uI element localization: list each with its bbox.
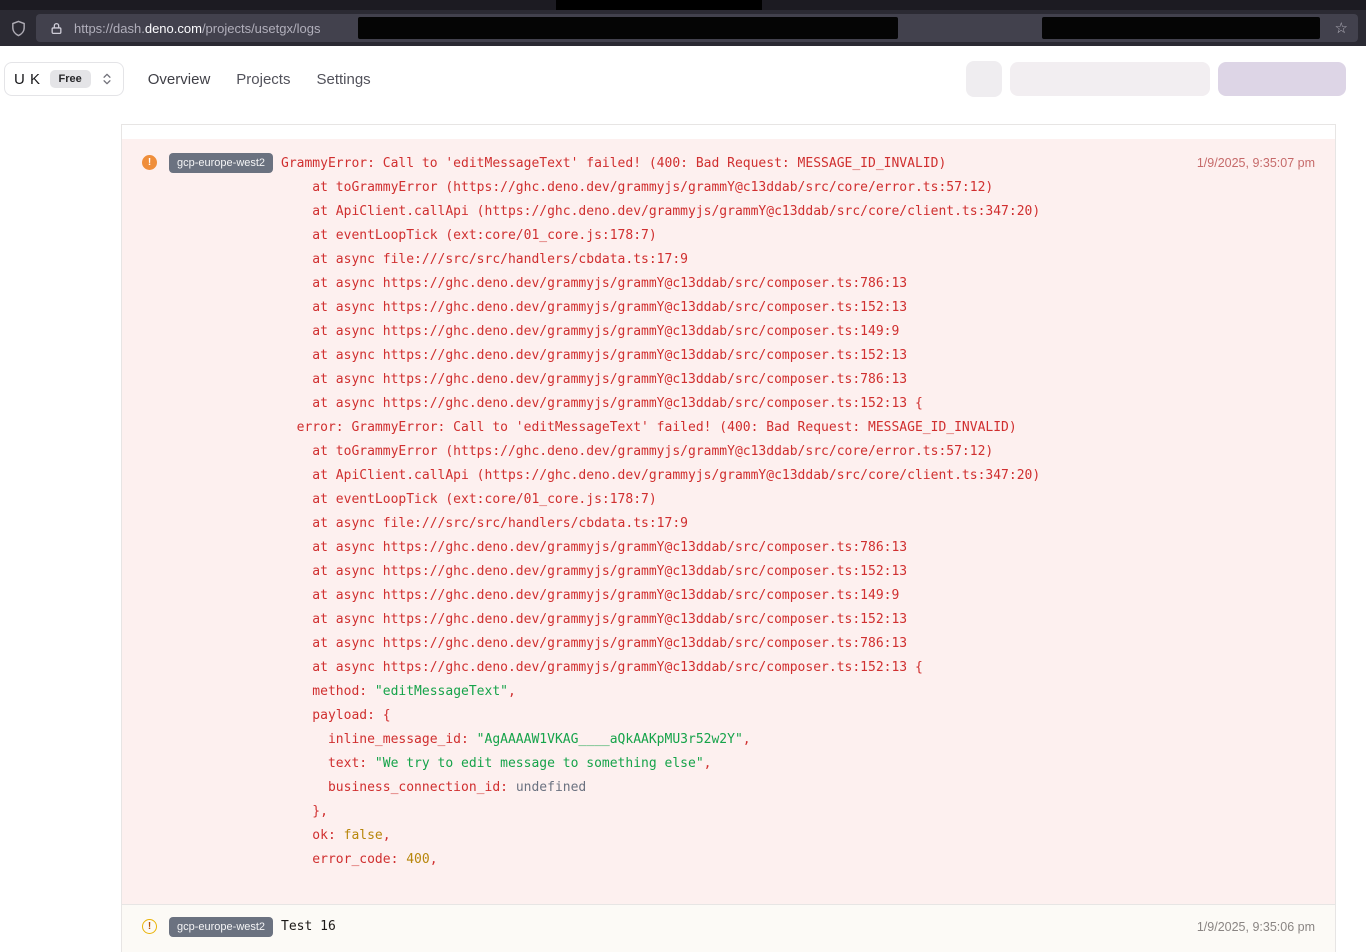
url-text: https://dash.deno.com/projects/usetgx/lo… xyxy=(74,21,320,36)
log-panel: ! gcp-europe-west2 GrammyError: Call to … xyxy=(121,124,1336,952)
log-message-warning: Test 16 xyxy=(281,917,1315,937)
nav-item-projects[interactable]: Projects xyxy=(236,71,290,88)
redacted-url-region xyxy=(358,17,898,39)
redacted-toolbar-region xyxy=(1042,17,1320,39)
warning-level-icon: ! xyxy=(142,919,157,934)
browser-toolbar: https://dash.deno.com/projects/usetgx/lo… xyxy=(0,10,1366,46)
error-level-icon: ! xyxy=(142,155,157,170)
plan-badge: Free xyxy=(50,70,91,88)
nav-item-settings[interactable]: Settings xyxy=(316,71,370,88)
url-scheme: https:// xyxy=(74,21,113,36)
redacted-avatar xyxy=(966,61,1002,97)
log-timestamp: 1/9/2025, 9:35:07 pm xyxy=(1197,156,1315,170)
bookmark-star-icon[interactable]: ☆ xyxy=(1335,21,1348,36)
nav-item-overview[interactable]: Overview xyxy=(148,71,211,88)
redacted-header-block-2 xyxy=(1218,62,1346,96)
browser-chrome: https://dash.deno.com/projects/usetgx/lo… xyxy=(0,0,1366,46)
chevrons-up-down-icon xyxy=(100,72,114,86)
lock-icon[interactable] xyxy=(46,18,66,38)
url-subdomain: dash. xyxy=(113,21,145,36)
org-name: U K xyxy=(14,71,41,88)
log-panel-top-gap xyxy=(122,125,1335,139)
url-domain: deno.com xyxy=(145,21,202,36)
redacted-header-block xyxy=(1010,62,1210,96)
tracking-protection-shield-icon[interactable] xyxy=(8,18,28,38)
log-entry-warning: ! gcp-europe-west2 Test 16 1/9/2025, 9:3… xyxy=(122,904,1335,952)
app-header: U K Free Overview Projects Settings xyxy=(0,46,1366,112)
browser-tab-strip xyxy=(0,0,1366,10)
url-bar[interactable]: https://dash.deno.com/projects/usetgx/lo… xyxy=(36,14,1358,42)
log-message-error: GrammyError: Call to 'editMessageText' f… xyxy=(281,152,1315,872)
redacted-header-area xyxy=(966,61,1346,97)
log-timestamp: 1/9/2025, 9:35:06 pm xyxy=(1197,920,1315,934)
org-switcher[interactable]: U K Free xyxy=(4,62,124,96)
logs-page: ! gcp-europe-west2 GrammyError: Call to … xyxy=(0,124,1366,952)
main-nav: Overview Projects Settings xyxy=(148,71,371,88)
url-path: /projects/usetgx/logs xyxy=(202,21,321,36)
region-badge: gcp-europe-west2 xyxy=(169,153,273,173)
redacted-tab-title xyxy=(556,0,762,10)
log-entry-error: ! gcp-europe-west2 GrammyError: Call to … xyxy=(122,139,1335,904)
region-badge: gcp-europe-west2 xyxy=(169,917,273,937)
